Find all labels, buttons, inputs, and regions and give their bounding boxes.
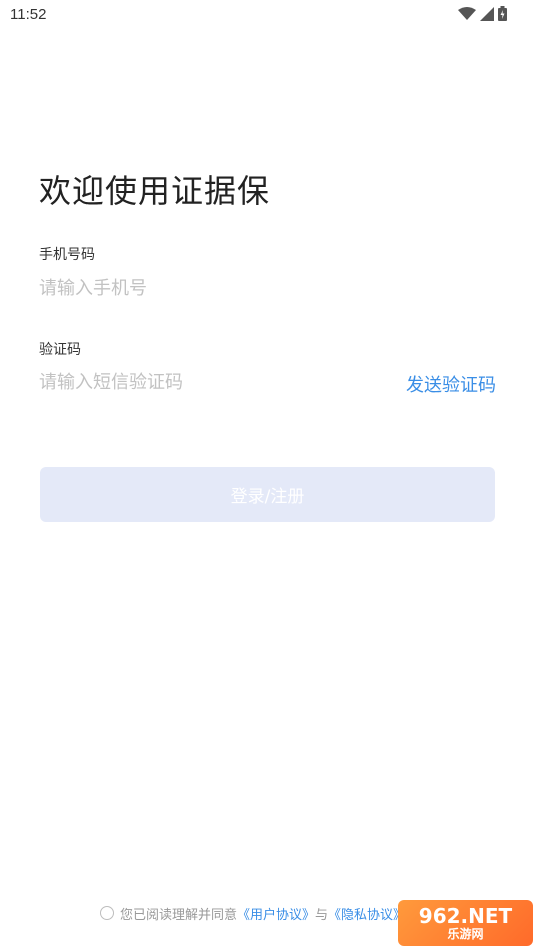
watermark-top: 962.NET xyxy=(418,904,513,928)
agreement-and: 与 xyxy=(315,907,329,923)
page-title: 欢迎使用证据保 xyxy=(39,172,271,210)
wifi-icon xyxy=(458,6,476,21)
send-code-button[interactable]: 发送验证码 xyxy=(406,371,496,397)
agreement: 您已阅读理解并同意 《用户协议》 与 《隐私协议》 xyxy=(100,903,406,923)
login-register-button[interactable]: 登录/注册 xyxy=(40,467,495,522)
status-icons xyxy=(458,6,507,21)
status-time: 11:52 xyxy=(10,6,47,23)
phone-label: 手机号码 xyxy=(39,247,95,263)
agreement-checkbox[interactable] xyxy=(100,906,114,920)
battery-icon xyxy=(498,6,507,21)
code-label: 验证码 xyxy=(39,342,81,358)
watermark-bottom: 乐游网 xyxy=(447,927,484,941)
signal-icon xyxy=(480,6,494,21)
status-bar: 11:52 xyxy=(0,0,535,30)
agreement-prefix: 您已阅读理解并同意 xyxy=(120,907,238,923)
phone-input[interactable] xyxy=(39,273,479,303)
user-agreement-link[interactable]: 《用户协议》 xyxy=(237,904,315,923)
watermark-logo: 962.NET 乐游网 xyxy=(398,900,533,946)
privacy-agreement-link[interactable]: 《隐私协议》 xyxy=(328,904,406,923)
verification-code-input[interactable] xyxy=(39,367,379,397)
